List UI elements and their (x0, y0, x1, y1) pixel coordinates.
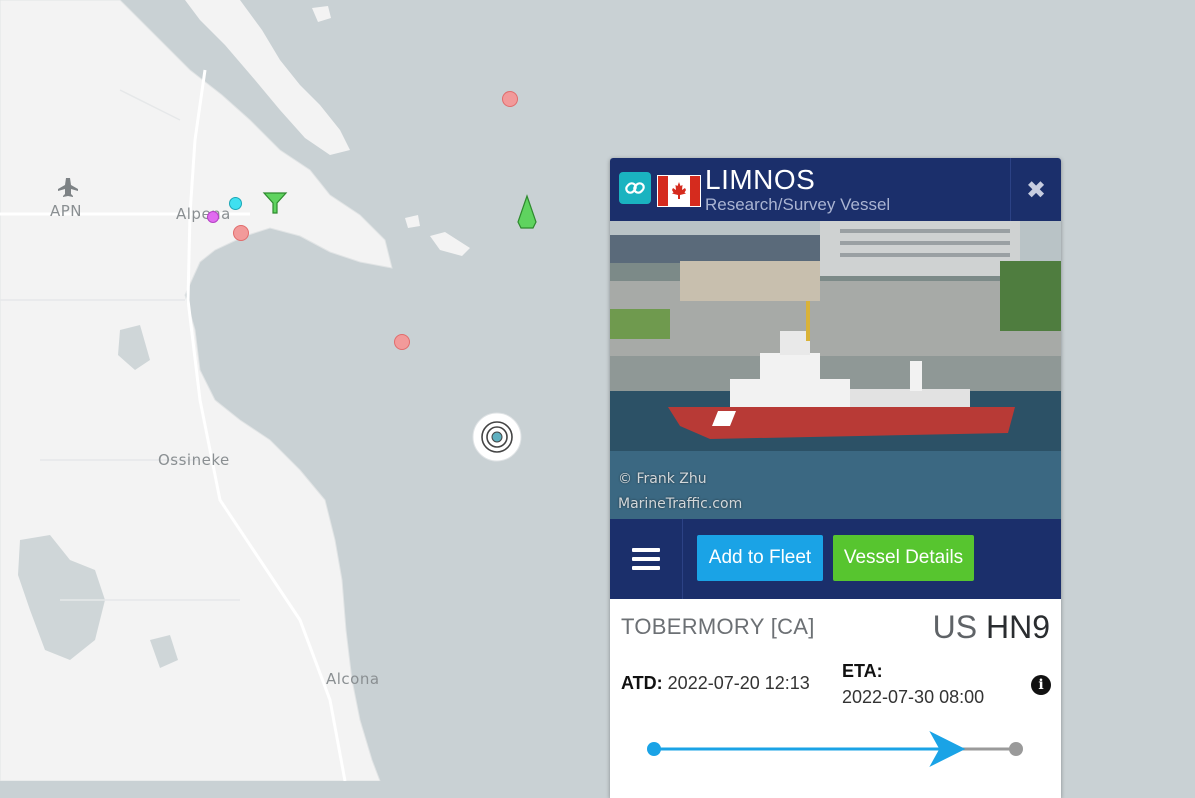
city-label-alpena: Alpena (176, 205, 231, 223)
vessel-marker-red[interactable] (394, 334, 410, 350)
airport-label: APN (50, 202, 83, 220)
vessel-info-panel: LIMNOS Research/Survey Vessel ✖ © Frank … (610, 158, 1061, 798)
vessel-photo[interactable]: © Frank Zhu MarineTraffic.com (610, 221, 1061, 519)
vessel-marker-magenta[interactable] (207, 211, 219, 223)
eta-value: 2022-07-30 08:00 (842, 687, 985, 707)
close-icon: ✖ (1025, 175, 1047, 204)
menu-button[interactable] (610, 519, 683, 599)
link-icon (625, 182, 645, 194)
vessel-details-button[interactable]: Vessel Details (833, 535, 974, 581)
vessel-type: Research/Survey Vessel (705, 195, 891, 214)
vessel-marker-red[interactable] (233, 225, 249, 241)
link-button[interactable] (619, 172, 651, 204)
vessel-marker-cyan[interactable] (229, 197, 242, 210)
info-icon[interactable]: i (1031, 675, 1051, 695)
city-label-ossineke: Ossineke (158, 451, 230, 469)
menu-icon (632, 548, 660, 552)
departure-port: TOBERMORY [CA] (621, 614, 815, 639)
voyage-progress-bar (647, 731, 1023, 767)
progress-start-dot (647, 742, 661, 756)
destination-code: HN9 (985, 609, 1050, 645)
destination-country: US (932, 609, 978, 645)
eta-label: ETA: (842, 661, 883, 681)
atd-label: ATD: (621, 673, 663, 693)
photo-credit-source: MarineTraffic.com (618, 496, 743, 512)
voyage-info: TOBERMORY [CA] US HN9 ATD: 2022-07-20 12… (610, 599, 1061, 798)
vessel-name: LIMNOS (705, 164, 816, 195)
city-label-alcona: Alcona (326, 670, 380, 688)
progress-end-dot (1009, 742, 1023, 756)
atd: ATD: 2022-07-20 12:13 (621, 673, 810, 694)
canada-flag-icon (657, 175, 701, 207)
selected-vessel-target[interactable] (472, 412, 522, 462)
vessel-marker-red[interactable] (502, 91, 518, 107)
add-to-fleet-button[interactable]: Add to Fleet (697, 535, 823, 581)
panel-header: LIMNOS Research/Survey Vessel ✖ (610, 158, 1061, 221)
destination: US HN9 (933, 609, 1050, 646)
photo-credit-author: © Frank Zhu (618, 471, 707, 487)
action-bar: Add to Fleet Vessel Details (610, 519, 1061, 599)
atd-value: 2022-07-20 12:13 (667, 673, 810, 693)
close-button[interactable]: ✖ (1010, 158, 1061, 221)
